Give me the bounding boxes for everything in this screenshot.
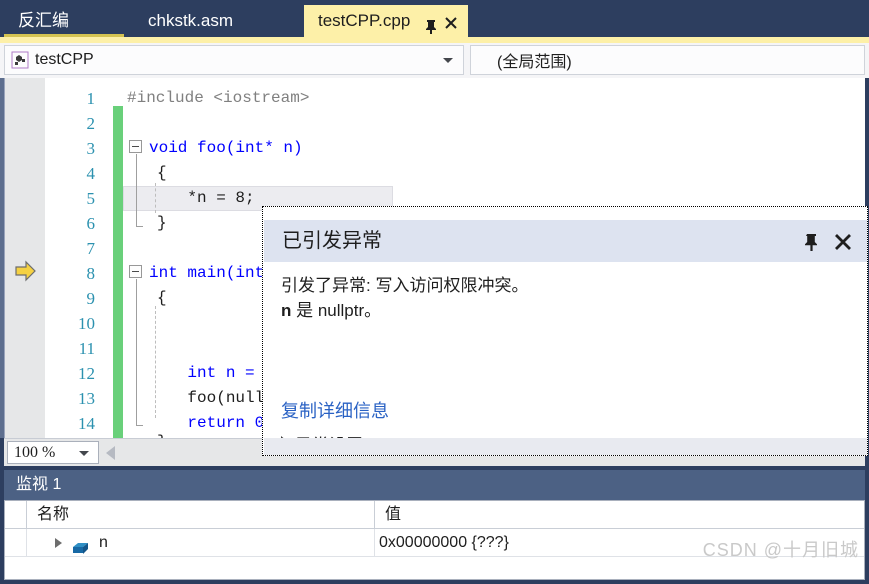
expand-triangle-icon[interactable]	[55, 538, 62, 548]
member-scope-dropdown[interactable]: (全局范围)	[470, 45, 865, 75]
line-number: 12	[78, 364, 95, 383]
chevron-down-icon[interactable]	[79, 451, 89, 456]
code-line: {	[157, 289, 167, 307]
code-line: int n = 5	[149, 364, 274, 382]
editor-tab-strip: 反汇编 chkstk.asm testCPP.cpp	[0, 0, 869, 37]
popup-message-line-1: 引发了异常: 写入访问权限冲突。	[281, 276, 529, 295]
pin-icon[interactable]	[424, 13, 438, 34]
watch-variable-name: n	[99, 534, 108, 551]
chevron-down-icon[interactable]	[443, 58, 453, 63]
line-number: 4	[86, 164, 96, 183]
code-line: {	[157, 164, 167, 182]
watch-window-title: 监视 1	[4, 470, 865, 500]
copy-details-link[interactable]: 复制详细信息	[281, 397, 389, 423]
line-number: 14	[78, 414, 95, 433]
navigation-bar: testCPP (全局范围)	[0, 43, 869, 78]
code-line: foo(nullp	[149, 389, 274, 407]
line-number: 11	[78, 339, 95, 358]
line-number: 7	[86, 239, 96, 258]
code-line: *n = 8;	[149, 189, 255, 207]
line-number: 2	[86, 114, 96, 133]
code-line: void foo(int* n)	[149, 139, 303, 157]
visual-studio-debugger-window: 反汇编 chkstk.asm testCPP.cpp testCPP (全局范围…	[0, 0, 869, 584]
popup-message: 引发了异常: 写入访问权限冲突。 n 是 nullptr。	[281, 273, 841, 323]
popup-footer	[264, 438, 867, 455]
tab-chkstk-asm[interactable]: chkstk.asm	[134, 5, 247, 37]
watch-header-row: 名称 值	[5, 501, 864, 529]
popup-title: 已引发异常	[282, 230, 382, 252]
tab-testcpp-cpp[interactable]: testCPP.cpp	[304, 5, 469, 37]
watch-header-spacer	[5, 501, 27, 528]
watch-row-gutter	[5, 529, 27, 556]
line-number: 3	[86, 139, 96, 158]
line-number-column: 1 2 3 4 5 6 7 8 9 10 11 12 13 14	[45, 78, 103, 438]
variable-icon	[72, 537, 89, 554]
popup-message-line-2: n 是 nullptr。	[281, 298, 841, 323]
line-number: 13	[78, 389, 95, 408]
code-line: }	[157, 214, 167, 232]
line-number: 5	[86, 189, 96, 208]
line-number: 9	[86, 289, 96, 308]
line-number: 1	[86, 89, 96, 108]
line-number: 6	[86, 214, 96, 233]
watch-header-value[interactable]: 值	[375, 501, 864, 528]
watch-row-name-cell[interactable]: n	[27, 529, 375, 556]
scroll-left-arrow-icon[interactable]	[106, 446, 115, 460]
project-scope-dropdown[interactable]: testCPP	[4, 45, 464, 75]
watermark: CSDN @十月旧城	[702, 540, 859, 560]
watch-header-name[interactable]: 名称	[27, 501, 375, 528]
zoom-level-dropdown[interactable]: 100 %	[7, 441, 99, 464]
tab-label: testCPP.cpp	[318, 11, 411, 30]
tab-label: chkstk.asm	[148, 11, 234, 30]
pin-icon[interactable]	[803, 232, 820, 251]
editor-gutter[interactable]	[5, 78, 45, 438]
popup-header: 已引发异常	[264, 220, 867, 262]
zoom-level-label: 100 %	[14, 443, 56, 461]
watch-window: 监视 1 名称 值 n 0x00000000 {???} CSDN @十月旧城	[0, 466, 869, 584]
line-number: 10	[78, 314, 95, 333]
tab-disassembly[interactable]: 反汇编	[4, 5, 83, 37]
execution-pointer-icon	[14, 260, 38, 282]
tab-label: 反汇编	[18, 11, 69, 30]
close-icon[interactable]	[832, 231, 854, 253]
scope-name: (全局范围)	[497, 54, 572, 71]
code-line: #include <iostream>	[127, 89, 310, 107]
close-icon[interactable]	[442, 11, 460, 29]
exception-thrown-popup[interactable]: 已引发异常 引发了异常: 写入访问权限冲突。 n 是 nullptr。 复制详细…	[262, 206, 868, 456]
class-icon	[11, 51, 29, 69]
code-line: int main(int	[149, 264, 265, 282]
popup-message-suffix: 是 nullptr。	[291, 301, 382, 320]
popup-variable-name: n	[281, 301, 292, 320]
line-number: 8	[86, 264, 96, 283]
change-bar	[113, 106, 123, 438]
project-name: testCPP	[35, 51, 94, 68]
